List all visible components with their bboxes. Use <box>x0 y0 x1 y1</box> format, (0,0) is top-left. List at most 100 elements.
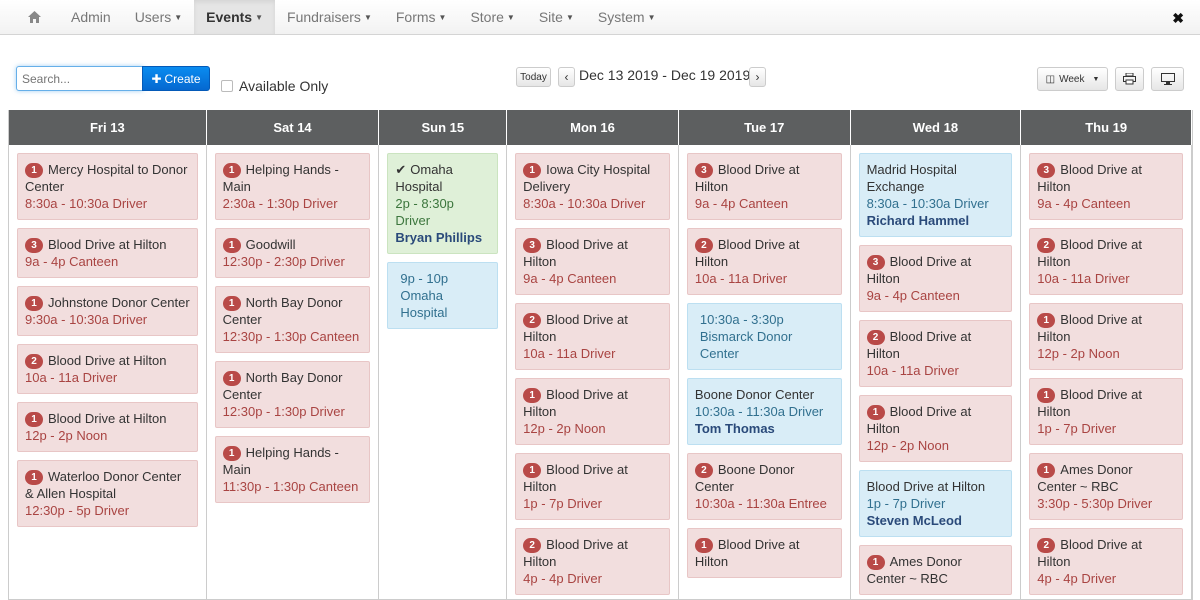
view-label: Week <box>1059 73 1085 85</box>
event-card[interactable]: 1 Johnstone Donor Center 9:30a - 10:30a Dr… <box>17 286 198 336</box>
display-button[interactable] <box>1151 67 1184 91</box>
nav-events[interactable]: Events ▼ <box>194 0 276 34</box>
day-column: 3 Blood Drive at Hilton 9a - 4p Canteen 2 Bl… <box>1021 145 1192 600</box>
event-card[interactable]: 1 Ames Donor Center ~ RBC 3:30p - 5:30p Dr… <box>1029 453 1183 520</box>
count-badge: 1 <box>25 412 43 427</box>
home-icon[interactable] <box>0 0 59 34</box>
event-title-text: Boone Donor Center <box>694 387 815 402</box>
count-badge: 1 <box>222 446 241 461</box>
event-title: 1 Waterloo Donor Center & Allen Hospital <box>25 468 190 502</box>
count-badge: 2 <box>694 238 713 253</box>
event-card[interactable]: 2 Boone Donor Center 10:30a - 11:30a Entre… <box>686 453 842 520</box>
event-card[interactable]: 1 Helping Hands - Main 11:30p - 1:30p Cant… <box>214 436 371 503</box>
event-time: 9:30a - 10:30a Driver <box>25 312 148 327</box>
event-card[interactable]: 1 Blood Drive at Hilton 12p - 2p Noon <box>515 378 670 445</box>
event-card[interactable]: 1 Iowa City Hospital Delivery 8:30a - 10:3… <box>515 153 670 220</box>
event-card[interactable]: 1 North Bay Donor Center 12:30p - 1:30p Ca… <box>214 286 371 353</box>
event-card[interactable]: 1 Ames Donor Center ~ RBC <box>858 545 1013 595</box>
day-header: Wed 18 <box>851 110 1022 145</box>
event-card[interactable]: 2 Blood Drive at Hilton 10a - 11a Driver <box>686 228 842 295</box>
event-card[interactable]: 1 Blood Drive at Hilton 12p - 2p Noon <box>17 402 198 452</box>
event-time: 9a - 4p Canteen <box>866 288 960 303</box>
event-card[interactable]: ✔ Omaha Hospital 2p - 8:30p Driver Bryan Ph… <box>387 153 499 254</box>
today-button[interactable]: Today <box>516 67 551 87</box>
event-time: 1p - 7p Driver <box>866 496 946 511</box>
event-title: 3 Blood Drive at Hilton <box>523 236 662 270</box>
close-icon[interactable]: ✖ <box>1172 10 1184 27</box>
event-title: 2 Blood Drive at Hilton <box>523 536 662 570</box>
event-card[interactable]: 3 Blood Drive at Hilton 9a - 4p Canteen <box>515 228 670 295</box>
nav-label: Fundraisers <box>287 9 361 25</box>
event-card[interactable]: 1 Waterloo Donor Center & Allen Hospital 1… <box>17 460 198 527</box>
event-time: 12:30p - 5p Driver <box>25 503 130 518</box>
caret-down-icon: ▼ <box>506 12 515 22</box>
event-time: 12p - 2p Noon <box>1037 346 1120 361</box>
event-title: 1 Helping Hands - Main <box>222 161 363 195</box>
event-card[interactable]: Boone Donor Center 10:30a - 11:30a Driver… <box>686 378 842 445</box>
event-card[interactable]: Madrid Hospital Exchange 8:30a - 10:30a D… <box>858 153 1013 237</box>
nav-site[interactable]: Site ▼ <box>527 0 586 34</box>
count-badge: 3 <box>866 255 885 270</box>
event-title-text: Blood Drive at Hilton <box>866 479 986 494</box>
count-badge: 2 <box>866 330 885 345</box>
day-header: Sat 14 <box>207 110 380 145</box>
nav-system[interactable]: System ▼ <box>586 0 668 34</box>
event-card[interactable]: 1 Blood Drive at Hilton <box>686 528 842 578</box>
event-card[interactable]: 2 Blood Drive at Hilton 4p - 4p Driver <box>1029 528 1183 595</box>
event-time: 12p - 2p Noon <box>523 421 606 436</box>
nav-forms[interactable]: Forms ▼ <box>384 0 459 34</box>
event-title: 1 Blood Drive at Hilton <box>25 410 190 427</box>
event-card[interactable]: 3 Blood Drive at Hilton 9a - 4p Canteen <box>17 228 198 278</box>
event-card[interactable]: 1 Blood Drive at Hilton 1p - 7p Driver <box>515 453 670 520</box>
event-title-text: Blood Drive at Hilton <box>48 411 167 426</box>
event-card[interactable]: 1 Mercy Hospital to Donor Center 8:30a - 1… <box>17 153 198 220</box>
day-column: 3 Blood Drive at Hilton 9a - 4p Canteen 2 Bl… <box>679 145 851 600</box>
event-card[interactable]: 2 Blood Drive at Hilton 10a - 11a Driver <box>17 344 198 394</box>
search-input[interactable] <box>16 66 143 91</box>
event-card[interactable]: 10:30a - 3:30p Bismarck Donor Center <box>686 303 842 370</box>
prev-week-button[interactable]: ‹ <box>558 67 575 87</box>
event-card[interactable]: 3 Blood Drive at Hilton 9a - 4p Canteen <box>1029 153 1183 220</box>
day-column: Madrid Hospital Exchange 8:30a - 10:30a D… <box>851 145 1022 600</box>
event-title-text: Waterloo Donor Center & Allen Hospital <box>25 469 182 501</box>
event-card[interactable]: 1 Blood Drive at Hilton 12p - 2p Noon <box>1029 303 1183 370</box>
view-select[interactable]: ◫ Week ▼ <box>1037 67 1108 91</box>
day-header: Thu 19 <box>1021 110 1192 145</box>
event-card[interactable]: Blood Drive at Hilton 1p - 7p Driver Steve… <box>858 470 1013 537</box>
available-only-checkbox[interactable]: Available Only <box>221 78 328 94</box>
event-card[interactable]: 2 Blood Drive at Hilton 10a - 11a Driver <box>858 320 1013 387</box>
event-card[interactable]: 1 Blood Drive at Hilton 1p - 7p Driver <box>1029 378 1183 445</box>
available-only-label: Available Only <box>239 78 329 94</box>
count-badge: 1 <box>1037 313 1056 328</box>
event-time: 10a - 11a Driver <box>25 370 118 385</box>
nav-label: System <box>597 9 645 25</box>
next-week-button[interactable]: › <box>749 67 766 87</box>
event-title-text: Johnstone Donor Center <box>48 295 190 310</box>
event-card[interactable]: 3 Blood Drive at Hilton 9a - 4p Canteen <box>686 153 842 220</box>
checkbox-icon[interactable] <box>221 80 233 92</box>
event-card[interactable]: 1 Goodwill 12:30p - 2:30p Driver <box>214 228 371 278</box>
print-button[interactable] <box>1115 67 1144 91</box>
event-card[interactable]: 2 Blood Drive at Hilton 10a - 11a Driver <box>515 303 670 370</box>
event-card[interactable]: 1 North Bay Donor Center 12:30p - 1:30p Dr… <box>214 361 371 428</box>
event-title: 1 Johnstone Donor Center <box>25 294 190 311</box>
event-time: 2:30a - 1:30p Driver <box>222 196 338 211</box>
event-card[interactable]: 2 Blood Drive at Hilton 10a - 11a Driver <box>1029 228 1183 295</box>
nav-store[interactable]: Store ▼ <box>458 0 526 34</box>
nav-fundraisers[interactable]: Fundraisers ▼ <box>275 0 384 34</box>
event-card[interactable]: 2 Blood Drive at Hilton 4p - 4p Driver <box>515 528 670 595</box>
nav-admin[interactable]: Admin <box>59 0 123 34</box>
event-card[interactable]: 3 Blood Drive at Hilton 9a - 4p Canteen <box>858 245 1013 312</box>
event-title: 3 Blood Drive at Hilton <box>1037 161 1175 195</box>
count-badge: 3 <box>523 238 542 253</box>
caret-down-icon: ▼ <box>647 12 656 22</box>
event-card[interactable]: 1 Blood Drive at Hilton 12p - 2p Noon <box>858 395 1013 462</box>
event-title: 2 Blood Drive at Hilton <box>694 236 834 270</box>
nav-users[interactable]: Users ▼ <box>123 0 194 34</box>
event-card[interactable]: 1 Helping Hands - Main 2:30a - 1:30p Drive… <box>214 153 371 220</box>
event-time: 9a - 4p Canteen <box>694 196 789 211</box>
event-card[interactable]: 9p - 10p Omaha Hospital <box>387 262 499 329</box>
caret-down-icon: ▼ <box>438 12 447 22</box>
create-button[interactable]: ✚ Create <box>142 66 210 91</box>
count-badge: 3 <box>25 238 43 253</box>
